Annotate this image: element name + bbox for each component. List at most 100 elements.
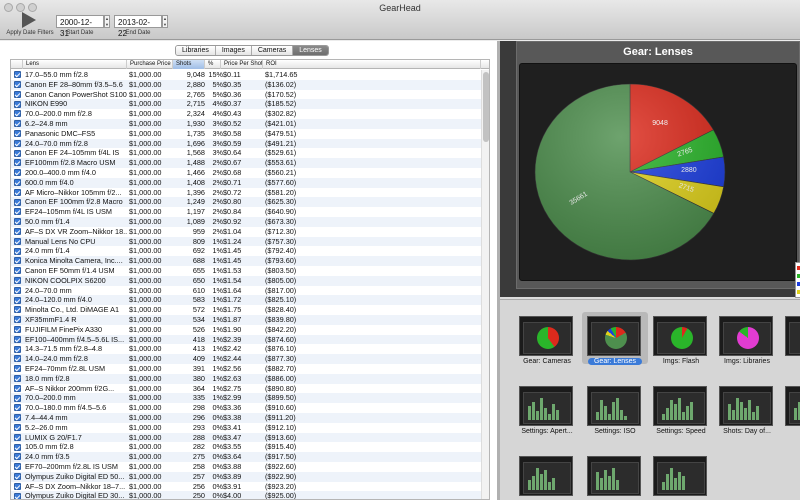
table-row[interactable]: EF24–70mm f/2.8L USM $1,000.00 391 1% $2.56 (… <box>11 364 481 374</box>
row-checkbox[interactable] <box>14 296 21 304</box>
row-checkbox[interactable] <box>14 306 21 314</box>
table-row[interactable]: AF–S Nikkor 200mm f/2G... $1,000.00 364 1% $… <box>11 384 481 394</box>
gallery-thumbnail[interactable]: Shots: Day of... <box>714 382 780 435</box>
table-row[interactable]: AF–S DX VR Zoom–Nikkor 18... $1,000.00 959… <box>11 227 481 237</box>
row-checkbox[interactable] <box>14 129 21 137</box>
apply-date-filters-button[interactable]: Apply Date Filters <box>4 12 56 38</box>
tab-images[interactable]: Images <box>215 46 252 55</box>
table-row[interactable]: Panasonic DMC–FS5 $1,000.00 1,735 3% $0.58 ($… <box>11 129 481 139</box>
tab-lenses[interactable]: Lenses <box>293 46 328 55</box>
table-row[interactable]: EF24–105mm f/4L IS USM $1,000.00 1,197 2% $0… <box>11 207 481 217</box>
table-row[interactable]: EF70–200mm f/2.8L IS USM $1,000.00 258 0% $3… <box>11 462 481 472</box>
row-checkbox[interactable] <box>14 208 21 216</box>
row-checkbox[interactable] <box>14 257 21 265</box>
table-row[interactable]: 6.2–24.8 mm $1,000.00 1,930 3% $0.52 ($421.01… <box>11 119 481 129</box>
row-checkbox[interactable] <box>14 453 21 461</box>
table-row[interactable]: 50.0 mm f/1.4 $1,000.00 1,089 2% $0.92 ($673.… <box>11 217 481 227</box>
row-checkbox[interactable] <box>14 316 21 324</box>
row-checkbox[interactable] <box>14 374 21 382</box>
table-row[interactable]: 200.0–400.0 mm f/4.0 $1,000.00 1,466 2% $0.6… <box>11 168 481 178</box>
table-row[interactable]: NIKON COOLPIX S6200 $1,000.00 650 1% $1.54 ($… <box>11 275 481 286</box>
row-checkbox[interactable] <box>14 218 21 226</box>
gallery-thumbnail[interactable] <box>648 452 714 500</box>
table-row[interactable]: 24.0 mm f/3.5 $1,000.00 275 0% $3.64 ($917.50… <box>11 452 481 462</box>
table-row[interactable]: 24.0–70.0 mm f/2.8 $1,000.00 1,696 3% $0.59 (… <box>11 138 481 149</box>
row-checkbox[interactable] <box>14 100 21 108</box>
row-checkbox[interactable] <box>14 384 21 392</box>
row-checkbox[interactable] <box>14 178 21 186</box>
table-row[interactable]: Canon EF 100mm f/2.8 Macro $1,000.00 1,249… <box>11 197 481 208</box>
column-header-price-per-shot[interactable]: Price Per Shot <box>221 60 263 69</box>
end-date-field[interactable]: 2013-02-22 <box>114 15 162 38</box>
row-checkbox[interactable] <box>14 198 21 206</box>
table-row[interactable]: XF35mmF1.4 R $1,000.00 534 1% $1.87 ($839.80) <box>11 315 481 325</box>
gallery-thumbnail[interactable]: Gear: Cameras <box>514 312 580 365</box>
row-checkbox[interactable] <box>14 335 21 343</box>
table-row[interactable]: Minolta Co., Ltd. DiMAGE A1 $1,000.00 572 1… <box>11 305 481 315</box>
row-checkbox[interactable] <box>14 159 21 167</box>
table-row[interactable]: Canon EF 28–80mm f/3.5–5.6 $1,000.00 2,880… <box>11 79 481 90</box>
column-header-shots[interactable]: Shots <box>173 60 205 69</box>
table-row[interactable]: AF Micro–Nikkor 105mm f/2... $1,000.00 1,3… <box>11 188 481 198</box>
row-checkbox[interactable] <box>14 80 21 88</box>
row-checkbox[interactable] <box>14 227 21 235</box>
table-row[interactable]: 24.0 mm f/1.4 $1,000.00 692 1% $1.45 ($792.40… <box>11 246 481 256</box>
table-row[interactable]: 5.2–26.0 mm $1,000.00 293 0% $3.41 ($912.10) <box>11 423 481 433</box>
table-row[interactable]: 24.0–70.0 mm $1,000.00 610 1% $1.64 ($817.00) <box>11 286 481 296</box>
table-row[interactable]: EF100mm f/2.8 Macro USM $1,000.00 1,488 2% $… <box>11 158 481 168</box>
table-row[interactable]: Olympus Zuiko Digital ED 50... $1,000.00 2… <box>11 471 481 482</box>
row-checkbox[interactable] <box>14 90 21 98</box>
row-checkbox[interactable] <box>14 394 21 402</box>
row-checkbox[interactable] <box>14 71 21 79</box>
row-checkbox[interactable] <box>14 286 21 294</box>
table-row[interactable]: Olympus Zuiko Digital ED 30... $1,000.00 2… <box>11 491 481 499</box>
row-checkbox[interactable] <box>14 149 21 157</box>
column-header-percent[interactable]: % <box>205 60 221 69</box>
end-date-stepper[interactable]: ▲ ▼ <box>162 15 168 28</box>
row-checkbox[interactable] <box>14 365 21 373</box>
table-row[interactable]: 18.0 mm f/2.8 $1,000.00 380 1% $2.63 ($886.00… <box>11 373 481 384</box>
column-header-roi[interactable]: ROI <box>263 60 481 69</box>
row-checkbox[interactable] <box>14 120 21 128</box>
start-date-stepper[interactable]: ▲ ▼ <box>104 15 110 28</box>
row-checkbox[interactable] <box>14 492 21 499</box>
gallery-thumbnail[interactable] <box>780 312 800 364</box>
table-row[interactable]: Canon Canon PowerShot S100 $1,000.00 2,765… <box>11 90 481 100</box>
row-checkbox[interactable] <box>14 237 21 245</box>
row-checkbox[interactable] <box>14 276 21 284</box>
table-row[interactable]: Canon EF 50mm f/1.4 USM $1,000.00 655 1% $1.… <box>11 266 481 276</box>
row-checkbox[interactable] <box>14 188 21 196</box>
gallery-thumbnail[interactable]: Settings: ISO <box>582 382 648 435</box>
table-row[interactable]: 7.4–44.4 mm $1,000.00 296 0% $3.38 ($911.20) <box>11 413 481 423</box>
column-header-purchase-price[interactable]: Purchase Price <box>127 60 173 69</box>
row-checkbox[interactable] <box>14 247 21 255</box>
tab-cameras[interactable]: Cameras <box>251 46 294 55</box>
gallery-thumbnail[interactable]: Settings: Apert... <box>514 382 580 435</box>
checkbox-column-header[interactable] <box>11 60 23 69</box>
table-row[interactable]: FUJIFILM FinePix A330 $1,000.00 526 1% $1.90… <box>11 325 481 335</box>
table-row[interactable]: LUMIX G 20/F1.7 $1,000.00 288 0% $3.47 ($913.… <box>11 432 481 443</box>
row-checkbox[interactable] <box>14 345 21 353</box>
table-scrollbar[interactable] <box>481 70 489 499</box>
table-row[interactable]: Canon EF 24–105mm f/4L IS $1,000.00 1,568 3… <box>11 148 481 158</box>
table-row[interactable]: 70.0–180.0 mm f/4.5–5.6 $1,000.00 298 0% $3.… <box>11 403 481 413</box>
row-checkbox[interactable] <box>14 110 21 118</box>
scrollbar-thumb[interactable] <box>483 72 489 142</box>
row-checkbox[interactable] <box>14 463 21 471</box>
table-row[interactable]: AF–S DX Zoom–Nikkor 18–7... $1,000.00 256 0… <box>11 482 481 492</box>
table-row[interactable]: 70.0–200.0 mm $1,000.00 335 1% $2.99 ($899.50… <box>11 393 481 404</box>
table-row[interactable]: NIKON E990 $1,000.00 2,715 4% $0.37 ($185.52) <box>11 99 481 110</box>
row-checkbox[interactable] <box>14 433 21 441</box>
table-row[interactable]: 17.0–55.0 mm f/2.8 $1,000.00 9,048 15% $0.11… <box>11 70 481 80</box>
gallery-thumbnail[interactable]: Imgs: Flash <box>648 312 714 365</box>
row-checkbox[interactable] <box>14 423 21 431</box>
table-row[interactable]: EF100–400mm f/4.5–5.6L IS... $1,000.00 418… <box>11 334 481 345</box>
column-header-lens[interactable]: Lens <box>23 60 127 69</box>
gallery-thumbnail[interactable] <box>582 452 648 500</box>
row-checkbox[interactable] <box>14 404 21 412</box>
row-checkbox[interactable] <box>14 325 21 333</box>
table-row[interactable]: 600.0 mm f/4.0 $1,000.00 1,408 2% $0.71 ($577… <box>11 177 481 188</box>
row-checkbox[interactable] <box>14 472 21 480</box>
row-checkbox[interactable] <box>14 414 21 422</box>
table-row[interactable]: 105.0 mm f/2.8 $1,000.00 282 0% $3.55 ($915.4… <box>11 442 481 452</box>
